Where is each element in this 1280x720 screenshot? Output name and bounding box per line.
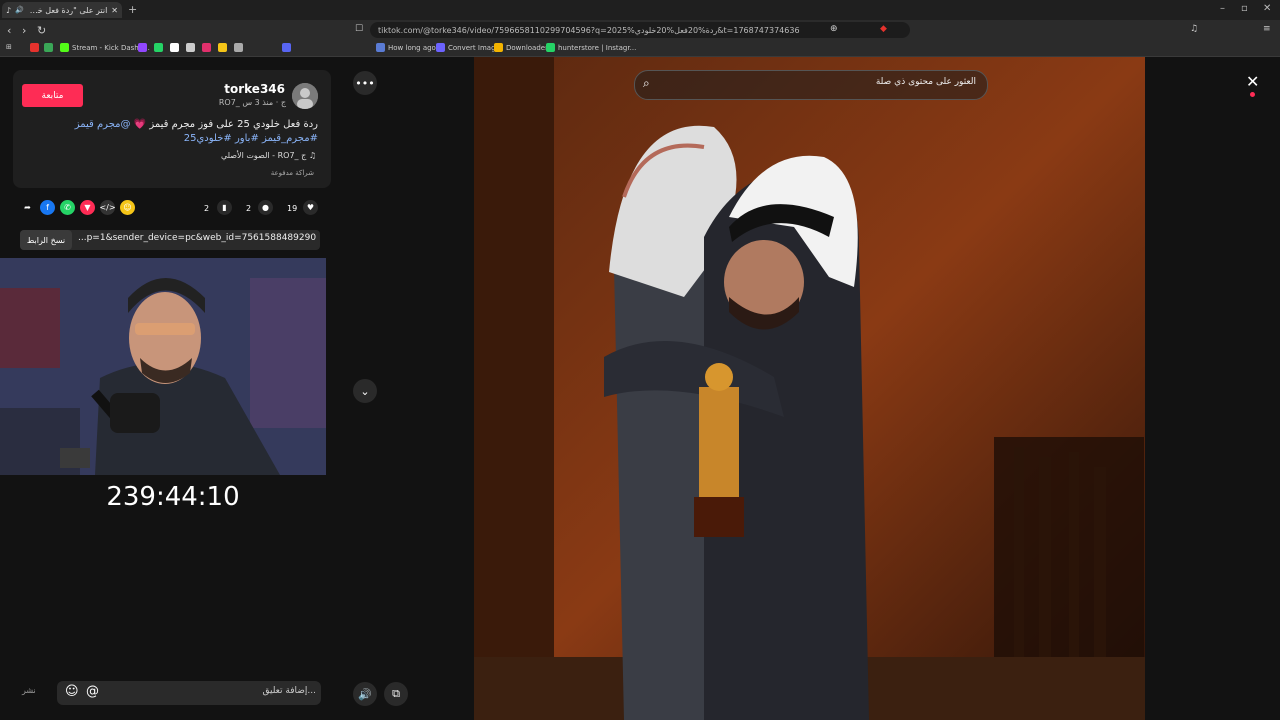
bookmark-item[interactable] [154,43,163,52]
post-caption: ردة فعل خلودي 25 على فوز مجرم قيمز 💗 @مج… [20,118,318,146]
heart-emoji-icon: 💗 [133,119,147,130]
facebook-icon[interactable]: f [40,200,55,215]
bookmark-label: Downloader [506,43,548,52]
embed-icon[interactable]: </> [99,200,116,215]
avatar[interactable] [292,83,318,109]
browser-tab[interactable]: ♪ 🔊 انتر على "ردة فعل خلودي 25" :: ✕ [2,2,122,18]
action-row: ➦ f ✆ ▼ </> ☺ 2 ▮ 2 ● 19 ♥ [15,200,325,220]
share-arrow-icon[interactable]: ➦ [20,200,35,215]
music-icon[interactable]: ♫ [1190,24,1198,34]
bookmark-item[interactable]: hunterstore | Instagr... [546,43,636,52]
bookmark-item[interactable] [282,43,291,52]
new-tab-button[interactable]: + [128,3,137,16]
bookmark-save-icon[interactable]: ▮ [217,200,232,215]
bookmark-item[interactable] [30,43,39,52]
speaker-icon[interactable]: 🔊 [15,6,24,14]
bookmark-favicon-icon [186,43,195,52]
menu-icon[interactable]: ≡ [1263,24,1271,34]
sound-link[interactable]: الصوت الأصلي - RO7_ ج ♫ [150,151,316,160]
maximize-button[interactable]: ▫ [1241,3,1248,14]
bookmark-favicon-icon [138,43,147,52]
comment-icon[interactable]: ● [258,200,273,215]
comment-placeholder: إضافة تعليق... [262,686,316,696]
brave-shield-icon[interactable]: ◆ [880,24,887,34]
forward-icon[interactable]: › [22,24,26,37]
bookmark-item[interactable]: Downloader [494,43,548,52]
bookmark-favicon-icon [436,43,445,52]
notification-dot [1250,92,1255,97]
search-placeholder: العثور على محتوى ذي صلة [875,77,976,87]
bookmark-favicon-icon [376,43,385,52]
bookmarks-bar: ⊞ Stream - Kick Dashb... How long ago Conv… [0,40,1280,57]
bookmark-item[interactable] [170,43,179,52]
tiktok-repost-icon[interactable]: ▼ [80,200,95,215]
caption-text: ردة فعل خلودي 25 على فوز مجرم قيمز [149,119,318,130]
share-link-text[interactable]: ...p=1&sender_device=pc&web_id=756158848… [78,233,316,243]
right-gutter [1145,57,1280,720]
bookmark-favicon-icon [30,43,39,52]
bookmark-label: Convert Image [448,43,500,52]
bookmark-favicon-icon [170,43,179,52]
bookmark-favicon-icon [546,43,555,52]
bookmark-item[interactable] [202,43,211,52]
music-note-icon: ♫ [308,151,316,160]
copy-link-button[interactable]: نسخ الرابط [20,230,72,250]
bookmark-item[interactable] [138,43,147,52]
bookmark-favicon-icon [282,43,291,52]
heart-icon[interactable]: ♥ [303,200,318,215]
bookmark-label: hunterstore | Instagr... [558,43,637,52]
bookmark-item[interactable] [186,43,195,52]
bookmark-favicon-icon [202,43,211,52]
bookmark-item[interactable]: How long ago [376,43,436,52]
more-options-icon[interactable]: ••• [353,71,377,95]
follow-button[interactable]: متابعة [22,84,83,107]
reload-icon[interactable]: ↻ [37,24,46,37]
post-comment-button[interactable]: نشر [22,686,36,695]
whatsapp-icon[interactable]: ✆ [60,200,75,215]
minimize-button[interactable]: – [1220,3,1225,14]
bookmark-favicon-icon [218,43,227,52]
tab-title: انتر على "ردة فعل خلودي 25" :: [28,5,108,15]
bookmark-item[interactable]: Stream - Kick Dashb... [60,43,150,52]
window-close-button[interactable]: ✕ [1263,3,1271,14]
bookmark-item[interactable]: Convert Image [436,43,500,52]
zoom-icon[interactable]: ⊕ [830,24,838,34]
bookmark-favicon-icon [44,43,53,52]
search-icon[interactable]: ⌕ [643,76,650,91]
close-tab-icon[interactable]: ✕ [111,6,118,15]
apps-icon[interactable]: ⊞ [6,43,12,51]
likes-count: 19 [287,204,298,213]
saves-count: 2 [204,204,210,213]
volume-icon[interactable]: 🔊 [353,682,377,706]
tiktok-favicon-icon: ♪ [6,5,12,15]
comments-count: 2 [246,204,252,213]
close-icon[interactable]: ✕ [1246,72,1259,91]
tab-bar [0,0,1280,20]
post-meta: RO7_ ج · منذ 3 س [218,98,286,107]
url-field[interactable]: tiktok.com/@torke346/video/7596658110299… [370,22,910,38]
paid-partnership-label: شراكة مدفوعة [270,169,314,177]
video-player[interactable] [474,57,1145,720]
bookmark-label: How long ago [388,43,436,52]
stream-timer: 239:44:10 [106,482,240,512]
streamer-webcam [0,258,326,475]
bookmark-item[interactable] [44,43,53,52]
bookmark-favicon-icon [494,43,503,52]
username[interactable]: torke346 [200,82,285,96]
next-video-icon[interactable]: ⌄ [353,379,377,403]
sound-text: الصوت الأصلي - RO7_ ج [220,151,307,160]
emoji-icon[interactable]: ☺ [65,684,79,699]
more-share-icon[interactable]: ☺ [120,200,135,215]
bookmark-favicon-icon [154,43,163,52]
back-icon[interactable]: ‹ [7,24,11,37]
url-text: tiktok.com/@torke346/video/7596658110299… [378,25,800,35]
picture-in-picture-icon[interactable]: ⧉ [384,682,408,706]
mention-icon[interactable]: @ [86,684,99,699]
bookmark-favicon-icon [234,43,243,52]
bookmark-item[interactable] [218,43,227,52]
bookmark-favicon-icon [60,43,69,52]
bookmark-icon[interactable]: ☐ [355,24,363,34]
bookmark-item[interactable] [234,43,243,52]
